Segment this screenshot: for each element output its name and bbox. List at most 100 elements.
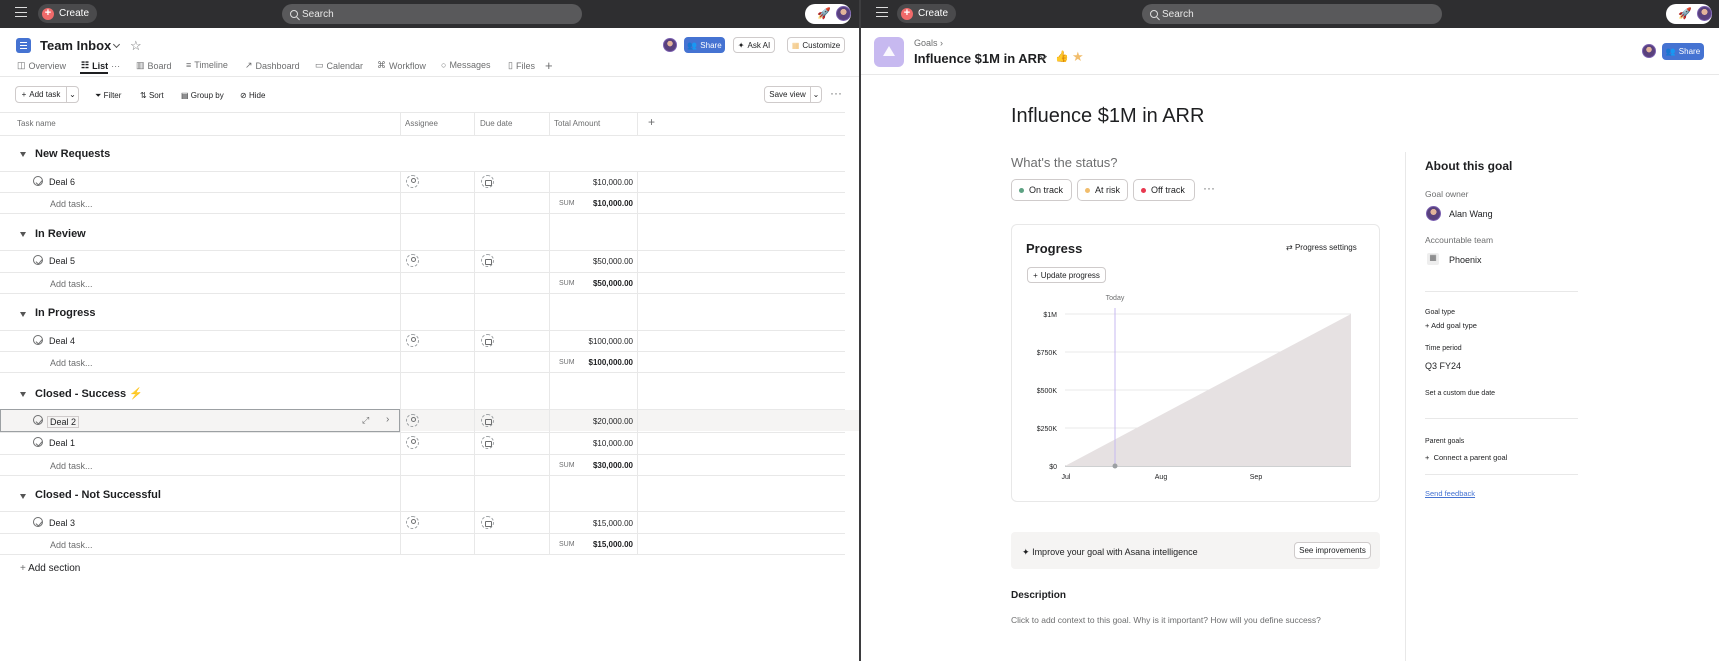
add-task-row[interactable]: Add task... [50,540,93,550]
task-name[interactable]: Deal 6 [49,177,75,187]
save-view-button[interactable]: Save view [764,86,811,103]
collapse-section-icon[interactable] [20,232,26,237]
due-date-icon[interactable] [481,414,494,427]
team-value[interactable]: Phoenix [1449,255,1482,265]
update-progress-button[interactable]: + Update progress [1027,267,1106,283]
collapse-section-icon[interactable] [20,312,26,317]
task-name[interactable]: Deal 5 [49,256,75,266]
assignee-icon[interactable] [406,254,419,267]
star-icon[interactable]: ☆ [130,38,142,54]
hide-button[interactable]: ⊘ Hide [240,91,265,100]
tab-list[interactable]: ☷ List ··· [81,60,120,71]
task-name-input[interactable]: Deal 2 [47,416,80,428]
add-section-button[interactable]: + Add section [20,563,80,574]
goal-owner-value[interactable]: Alan Wang [1449,209,1493,219]
search-input[interactable]: Search [1142,4,1442,24]
assignee-icon[interactable] [406,414,419,427]
complete-checkbox[interactable] [33,437,43,447]
due-date-icon[interactable] [481,516,494,529]
section-header[interactable]: New Requests [35,148,110,160]
collapse-section-icon[interactable] [20,152,26,157]
breadcrumb[interactable]: Goals › [914,38,943,48]
tab-workflow[interactable]: ⌘ Workflow [377,60,426,71]
add-goal-type-button[interactable]: + Add goal type [1425,321,1477,330]
customize-button[interactable]: ▦ Customize [787,37,845,53]
due-date-icon[interactable] [481,175,494,188]
status-at-risk-button[interactable]: At risk [1077,179,1128,201]
amount-cell[interactable]: $15,000.00 [593,519,633,528]
section-header[interactable]: Closed - Success ⚡ [35,387,143,400]
add-column-icon[interactable]: + [648,115,655,129]
see-improvements-button[interactable]: See improvements [1294,542,1371,559]
connect-parent-goal-button[interactable]: + Connect a parent goal [1425,453,1507,462]
project-title[interactable]: Team Inbox [40,38,111,53]
amount-cell[interactable]: $100,000.00 [589,337,634,346]
time-period-value[interactable]: Q3 FY24 [1425,361,1461,371]
tab-dashboard[interactable]: ↗ Dashboard [245,60,300,71]
column-total-amount[interactable]: Total Amount [554,119,600,128]
share-button[interactable]: 👥 Share [684,37,725,53]
tab-timeline[interactable]: ≡ Timeline [186,60,228,70]
tab-calendar[interactable]: ▭ Calendar [315,60,363,71]
task-name[interactable]: Deal 4 [49,336,75,346]
open-details-icon[interactable]: › [386,414,389,425]
description-input[interactable]: Click to add context to this goal. Why i… [1011,615,1321,625]
menu-icon[interactable] [876,7,888,17]
star-filled-icon[interactable]: ★ [1072,49,1084,65]
collapse-section-icon[interactable] [20,392,26,397]
add-task-dropdown[interactable]: ⌄ [66,86,79,103]
add-task-row[interactable]: Add task... [50,461,93,471]
task-name[interactable]: Deal 1 [49,438,75,448]
column-assignee[interactable]: Assignee [405,119,438,128]
due-date-icon[interactable] [481,436,494,449]
section-header[interactable]: In Progress [35,307,96,319]
amount-cell[interactable]: $50,000.00 [593,257,633,266]
column-task-name[interactable]: Task name [17,119,56,128]
column-due-date[interactable]: Due date [480,119,512,128]
assignee-icon[interactable] [406,436,419,449]
tab-messages[interactable]: ○ Messages [441,60,490,70]
task-name[interactable]: Deal 3 [49,518,75,528]
save-view-dropdown[interactable]: ⌄ [810,86,822,103]
complete-checkbox[interactable] [33,517,43,527]
tab-overview[interactable]: ◫ Overview [17,60,66,71]
sort-button[interactable]: ⇅ Sort [140,91,164,100]
create-button[interactable]: + Create [38,4,98,23]
complete-checkbox[interactable] [33,176,43,186]
subtask-icon[interactable]: ⤢ [362,415,369,426]
assignee-icon[interactable] [406,175,419,188]
breadcrumb-goals[interactable]: Goals [914,38,938,48]
status-on-track-button[interactable]: On track [1011,179,1072,201]
assignee-icon[interactable] [406,334,419,347]
more-options-icon[interactable]: ··· [1203,181,1215,195]
goal-title[interactable]: Influence $1M in ARR [914,51,1046,66]
share-button[interactable]: 👥 Share [1662,43,1704,60]
menu-icon[interactable] [15,7,27,17]
send-feedback-link[interactable]: Send feedback [1425,489,1475,498]
member-avatar[interactable] [663,38,677,52]
thumbs-up-icon[interactable]: 👍 [1055,50,1069,63]
tab-board[interactable]: ▥ Board [136,60,172,71]
amount-cell[interactable]: $20,000.00 [593,417,633,426]
assignee-icon[interactable] [406,516,419,529]
add-task-row[interactable]: Add task... [50,199,93,209]
chevron-down-icon[interactable] [112,40,121,49]
tab-files[interactable]: ▯ Files [508,60,535,71]
section-header[interactable]: In Review [35,228,86,240]
progress-settings-button[interactable]: ⇄ Progress settings [1286,243,1357,252]
add-task-row[interactable]: Add task... [50,358,93,368]
group-by-button[interactable]: ▤ Group by [181,91,224,100]
user-avatar[interactable] [836,6,851,21]
custom-due-date-link[interactable]: Set a custom due date [1425,390,1495,397]
complete-checkbox[interactable] [33,255,43,265]
amount-cell[interactable]: $10,000.00 [593,439,633,448]
complete-checkbox[interactable] [33,415,43,425]
more-icon[interactable]: ··· [111,61,120,71]
amount-cell[interactable]: $10,000.00 [593,178,633,187]
search-input[interactable]: Search [282,4,582,24]
add-task-button[interactable]: + Add task [15,86,67,103]
more-options-icon[interactable]: ··· [830,86,842,100]
section-header[interactable]: Closed - Not Successful [35,489,161,501]
collapse-section-icon[interactable] [20,494,26,499]
create-button[interactable]: + Create [897,4,957,23]
